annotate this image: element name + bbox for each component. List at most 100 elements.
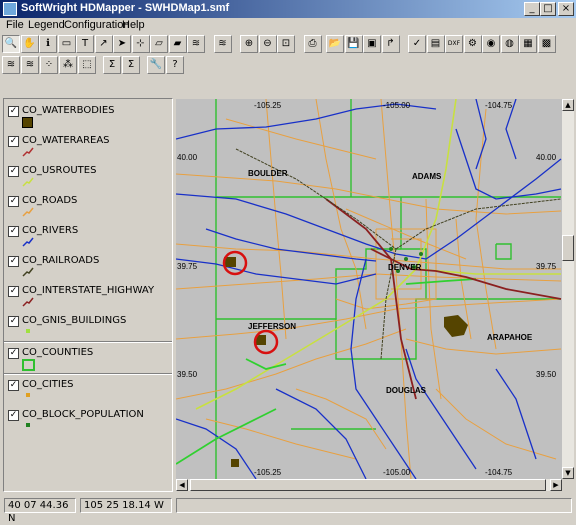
menu-help[interactable]: Help [122,19,145,31]
wrench-button[interactable]: 🔧 [147,56,165,74]
right-coord-2: 39.75 [536,262,557,271]
scroll-right-button[interactable]: ▶ [550,479,562,491]
layer-visibility-checkbox[interactable]: ✓ [8,410,19,421]
layer-add-button[interactable]: ≋ [2,56,20,74]
right-coord-3: 39.50 [536,370,557,379]
save-button[interactable]: 💾 [344,35,363,53]
minimize-button[interactable]: _ [524,2,540,16]
label-arapahoe: ARAPAHOE [487,333,533,342]
line-tool-button[interactable]: ↗ [94,35,113,53]
horizontal-scrollbar[interactable]: ◀ ▶ [176,479,562,491]
map-canvas[interactable]: BOULDER ADAMS DENVER JEFFERSON ARAPAHOE … [176,99,562,479]
layer-row[interactable]: ✓ CO_BLOCK_POPULATION [4,405,172,435]
text-tool-button[interactable]: T [76,35,94,53]
zoom-full-button[interactable]: ⊡ [277,35,295,53]
layers2-tool-button[interactable]: ≋ [213,35,232,53]
layer-visibility-checkbox[interactable]: ✓ [8,286,19,297]
layer-visibility-checkbox[interactable]: ✓ [8,348,19,359]
info-tool-button[interactable]: ℹ [39,35,57,53]
layer-name: CO_INTERSTATE_HIGHWAY [22,285,155,296]
menu-bar: File Legend Configuration Help [0,18,576,34]
export-button[interactable]: ↱ [381,35,400,53]
label-jefferson: JEFFERSON [248,322,296,331]
save-as-button[interactable]: ▣ [363,35,381,53]
layer-row[interactable]: ✓ CO_CITIES [4,375,172,405]
points-button[interactable]: ⁘ [40,56,58,74]
menu-file[interactable]: File [6,19,24,31]
layer-row[interactable]: ✓ CO_ROADS [4,191,172,221]
title-bar: SoftWright HDMapper - SWHDMap1.smf _ □ × [0,0,576,18]
sum-alt-button[interactable]: Σ [122,56,140,74]
layer-row[interactable]: ✓ CO_RIVERS [4,221,172,251]
move-button[interactable]: ⬚ [78,56,96,74]
layer-symbol-icon [22,147,34,160]
settings-button[interactable]: ⚙ [463,35,482,53]
scroll-down-button[interactable]: ▼ [562,467,574,479]
area-tool-button[interactable]: ▱ [150,35,168,53]
layer-row[interactable]: ✓ CO_RAILROADS [4,251,172,281]
print-button[interactable]: ⎙ [303,35,322,53]
bottom-coord-1: -105.25 [254,468,282,477]
usroutes-layer [195,99,561,410]
secondary-toolbar: ≋ ≋ ⁘ ⁂ ⬚ Σ Σ 🔧? [2,55,574,77]
layer-visibility-checkbox[interactable]: ✓ [8,166,19,177]
map-view[interactable]: BOULDER ADAMS DENVER JEFFERSON ARAPAHOE … [176,99,562,479]
layer-visibility-checkbox[interactable]: ✓ [8,136,19,147]
layer-row[interactable]: ✓ CO_GNIS_BUILDINGS [4,311,172,341]
grid-button[interactable]: ▦ [519,35,537,53]
close-button[interactable]: × [558,2,574,16]
layer-symbol-icon [26,423,30,427]
vertical-scroll-thumb[interactable] [562,235,574,261]
horizontal-scroll-thumb[interactable] [190,479,546,491]
layer-row[interactable]: ✓ CO_WATERBODIES [4,101,172,131]
maximize-button[interactable]: □ [540,2,556,16]
point-edit-button[interactable]: ⁂ [59,56,77,74]
layer-visibility-checkbox[interactable]: ✓ [8,316,19,327]
layer-visibility-checkbox[interactable]: ✓ [8,380,19,391]
label-douglas: DOUGLAS [386,386,427,395]
layer-row[interactable]: ✓ CO_INTERSTATE_HIGHWAY [4,281,172,311]
layer-visibility-checkbox[interactable]: ✓ [8,256,19,267]
layer-row[interactable]: ✓ CO_USROUTES [4,161,172,191]
open-button[interactable]: 📂 [326,35,344,53]
left-coord-2: 39.75 [177,262,198,271]
label-denver: DENVER [388,263,422,272]
layer-name: CO_ROADS [22,195,78,206]
layer-visibility-checkbox[interactable]: ✓ [8,196,19,207]
import-button[interactable]: ▤ [426,35,445,53]
palette-button[interactable]: ◍ [500,35,519,53]
vertical-scrollbar[interactable]: ▲ ▼ [562,99,574,479]
monitor-button[interactable]: ▩ [537,35,556,53]
label-boulder: BOULDER [248,169,288,178]
layer-row[interactable]: ✓ CO_COUNTIES [4,343,172,373]
zoom-in-button[interactable]: ⊕ [240,35,258,53]
zoom-tool-button[interactable]: 🔍 [2,35,20,53]
zoom-out-button[interactable]: ⊖ [258,35,277,53]
layer-visibility-checkbox[interactable]: ✓ [8,106,19,117]
layer-symbol-icon [22,237,34,250]
pan-tool-button[interactable]: ✋ [20,35,39,53]
node-tool-button[interactable]: ⊹ [131,35,150,53]
layers-tool-button[interactable]: ≋ [187,35,205,53]
label-tool-button[interactable]: ▭ [57,35,76,53]
help-button[interactable]: ? [166,56,184,74]
layer-symbol-icon [22,297,34,310]
dxf-button[interactable]: DXF [445,35,463,53]
scroll-up-button[interactable]: ▲ [562,99,574,111]
edit-area-tool-button[interactable]: ▰ [168,35,187,53]
left-coord-1: 40.00 [177,153,198,162]
select-tool-button[interactable]: ➤ [113,35,131,53]
layer-name: CO_WATERAREAS [22,135,110,146]
status-latitude: 40 07 44.36 N [4,498,76,524]
layer-style-button[interactable]: ≋ [21,56,39,74]
check-button[interactable]: ✓ [408,35,426,53]
sum-button[interactable]: Σ [103,56,121,74]
scroll-left-button[interactable]: ◀ [176,479,188,491]
layer-row[interactable]: ✓ CO_WATERAREAS [4,131,172,161]
waterbodies-layer [224,257,468,467]
layer-visibility-checkbox[interactable]: ✓ [8,226,19,237]
layer-name: CO_RIVERS [22,225,79,236]
menu-legend[interactable]: Legend [28,19,65,31]
menu-configuration[interactable]: Configuration [64,19,129,31]
globe-button[interactable]: ◉ [482,35,500,53]
